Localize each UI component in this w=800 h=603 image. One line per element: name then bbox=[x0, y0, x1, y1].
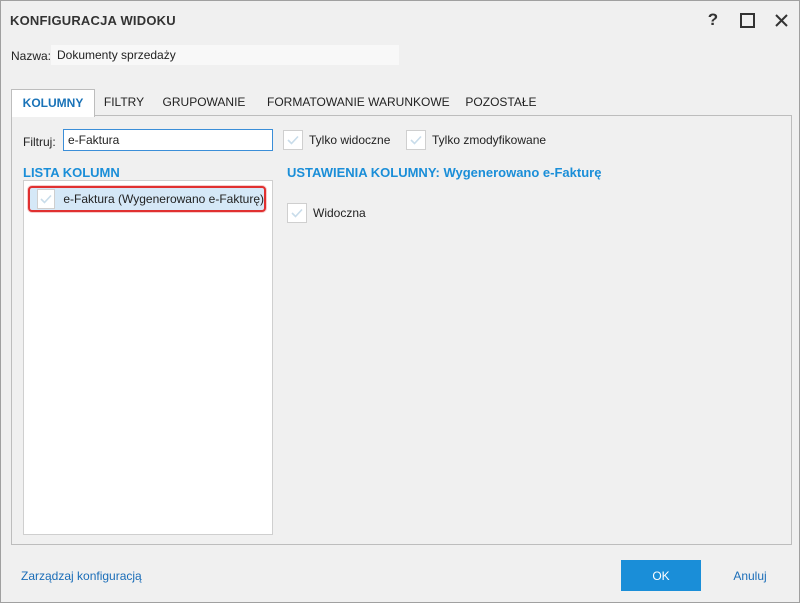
check-icon bbox=[40, 194, 52, 204]
config-view-dialog: KONFIGURACJA WIDOKU ? Nazwa: Dokumenty s… bbox=[0, 0, 800, 603]
column-visible-checkbox[interactable] bbox=[37, 189, 56, 209]
only-modified-option[interactable]: Tylko zmodyfikowane bbox=[406, 130, 546, 150]
manage-configuration-link[interactable]: Zarządzaj konfiguracją bbox=[21, 569, 142, 583]
only-visible-label: Tylko widoczne bbox=[309, 133, 391, 147]
only-visible-checkbox[interactable] bbox=[283, 130, 303, 150]
tab-kolumny[interactable]: KOLUMNY bbox=[11, 89, 95, 117]
check-icon bbox=[291, 208, 303, 218]
tab-grupowanie[interactable]: GRUPOWANIE bbox=[159, 89, 249, 115]
name-label: Nazwa: bbox=[11, 49, 52, 63]
tab-formatowanie-warunkowe[interactable]: FORMATOWANIE WARUNKOWE bbox=[267, 89, 450, 115]
only-visible-option[interactable]: Tylko widoczne bbox=[283, 130, 390, 150]
visible-option[interactable]: Widoczna bbox=[287, 203, 366, 223]
help-icon: ? bbox=[707, 10, 719, 29]
cancel-button[interactable]: Anuluj bbox=[710, 560, 790, 591]
only-modified-label: Tylko zmodyfikowane bbox=[432, 133, 547, 147]
visible-checkbox[interactable] bbox=[287, 203, 307, 223]
tab-filtry[interactable]: FILTRY bbox=[99, 89, 149, 115]
filter-input[interactable]: e-Faktura bbox=[63, 129, 273, 151]
maximize-icon bbox=[739, 12, 755, 28]
close-button[interactable] bbox=[768, 9, 794, 31]
column-list-title: LISTA KOLUMN bbox=[23, 165, 120, 180]
columns-panel: Filtruj: e-Faktura Tylko widoczne Tylko … bbox=[11, 115, 792, 545]
check-icon bbox=[287, 135, 299, 145]
help-button[interactable]: ? bbox=[700, 9, 726, 31]
column-list: e-Faktura (Wygenerowano e-Fakturę) bbox=[23, 180, 273, 535]
list-item-label: e-Faktura (Wygenerowano e-Fakturę) bbox=[63, 192, 264, 206]
column-settings-title: USTAWIENIA KOLUMNY: Wygenerowano e-Faktu… bbox=[287, 165, 602, 180]
dialog-title: KONFIGURACJA WIDOKU bbox=[10, 13, 176, 28]
list-item[interactable]: e-Faktura (Wygenerowano e-Fakturę) bbox=[28, 186, 266, 212]
only-modified-checkbox[interactable] bbox=[406, 130, 426, 150]
visible-label: Widoczna bbox=[313, 206, 366, 220]
filter-label: Filtruj: bbox=[23, 135, 56, 149]
maximize-button[interactable] bbox=[734, 9, 760, 31]
tab-pozostale[interactable]: POZOSTAŁE bbox=[461, 89, 541, 115]
ok-button[interactable]: OK bbox=[621, 560, 701, 591]
close-icon bbox=[774, 13, 788, 27]
check-icon bbox=[410, 135, 422, 145]
title-bar: KONFIGURACJA WIDOKU ? bbox=[1, 1, 799, 39]
name-field[interactable]: Dokumenty sprzedaży bbox=[51, 45, 399, 65]
